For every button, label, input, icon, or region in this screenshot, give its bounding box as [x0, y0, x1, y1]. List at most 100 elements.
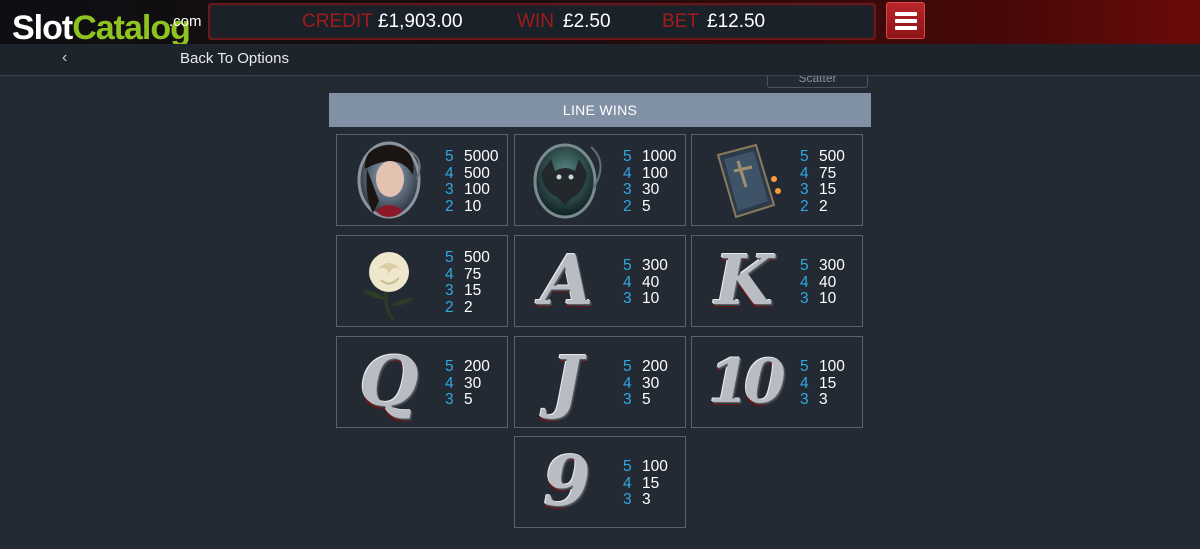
paytable-pays: 5 5000 4 500 3 100 2 10 [445, 148, 499, 216]
pay-row: 4 15 [800, 374, 845, 393]
pay-row: 4 40 [800, 273, 845, 292]
pay-value: 2 [464, 298, 473, 316]
pay-row: 4 15 [623, 474, 668, 493]
pay-value: 3 [819, 391, 828, 408]
menu-button[interactable] [886, 2, 925, 39]
paytable-card-coffin: 5 500 4 75 3 15 22 [691, 134, 863, 226]
pay-value: 200 [464, 358, 490, 375]
pay-row: 4 75 [445, 265, 490, 284]
paytable-card-rose: 5 500 4 75 3 15 22 [336, 235, 508, 327]
pay-value: 200 [642, 358, 668, 375]
symbol-glyph: 10 [708, 347, 786, 417]
pay-value: 15 [819, 181, 837, 198]
pay-count: 3 [800, 181, 809, 198]
symbol-glyph: K [714, 241, 774, 321]
lady-symbol-icon [357, 141, 421, 219]
pay-value: 30 [464, 374, 482, 392]
pay-count: 2 [800, 197, 809, 215]
white-rose-symbol-icon [363, 252, 413, 321]
paytable-pays: 5 100 4 15 33 [623, 458, 668, 509]
pay-count: 5 [445, 148, 454, 165]
paytable-card-j: J 5 200 4 30 35 [514, 336, 686, 428]
pay-value: 10 [819, 290, 837, 307]
pay-row: 3 10 [623, 290, 668, 308]
symbol-glyph: J [550, 342, 584, 422]
pay-row: 35 [623, 391, 668, 409]
pay-row: 4 30 [623, 374, 668, 393]
pay-count: 4 [800, 164, 809, 182]
pay-row: 5 1000 [623, 148, 676, 166]
paytable-pays: 5 200 4 30 35 [623, 358, 668, 409]
pay-count: 3 [623, 391, 632, 408]
pay-row: 33 [623, 491, 668, 509]
pay-value: 500 [464, 164, 490, 182]
paytable-pays: 5 300 4 40 3 10 [800, 257, 845, 308]
pay-row: 35 [445, 391, 490, 409]
pay-count: 5 [445, 249, 454, 266]
pay-count: 5 [445, 358, 454, 375]
pay-count: 5 [623, 358, 632, 375]
paytable-pays: 5 1000 4 100 3 30 25 [623, 148, 676, 215]
win-value: £2.50 [563, 11, 611, 32]
paytable-pays: 5 200 4 30 35 [445, 358, 490, 409]
pay-count: 4 [445, 374, 454, 392]
credit-value: £1,903.00 [378, 11, 463, 32]
pay-row: 5 300 [623, 257, 668, 275]
back-to-options-link[interactable]: Back To Options [180, 50, 289, 67]
logo-com: .com [169, 13, 202, 30]
pay-value: 75 [819, 164, 837, 182]
paytable-pays: 5 100 4 15 33 [800, 358, 845, 409]
number-10-symbol-icon: 10 [698, 341, 790, 423]
paytable-card-10: 10 5 100 4 15 33 [691, 336, 863, 428]
bet-value: £12.50 [707, 11, 766, 32]
pay-row: 5 200 [623, 358, 668, 376]
pay-value: 15 [819, 374, 837, 392]
pay-row: 22 [445, 298, 490, 317]
pay-row: 3 100 [445, 181, 498, 199]
paytable-card-a: A 5 300 4 40 3 10 [514, 235, 686, 327]
pay-count: 4 [445, 164, 454, 182]
bet-label: BET [662, 11, 699, 32]
pay-value: 30 [642, 374, 660, 392]
pay-value: 10 [642, 290, 660, 307]
pay-value: 100 [642, 164, 668, 182]
scatter-tab[interactable]: Scatter [767, 76, 868, 88]
pay-value: 40 [819, 273, 837, 291]
pay-row: 4 100 [623, 164, 676, 183]
pay-count: 3 [445, 391, 454, 408]
pay-count: 5 [623, 148, 632, 165]
pay-value: 5000 [464, 148, 499, 165]
paytable-pays: 5 500 4 75 3 15 22 [445, 249, 490, 317]
pay-count: 4 [800, 273, 809, 291]
pay-value: 5 [642, 197, 651, 215]
pay-value: 75 [464, 265, 482, 283]
pay-row: 4 30 [445, 374, 490, 393]
chevron-left-icon[interactable]: ‹ [62, 49, 67, 67]
pay-count: 5 [623, 257, 632, 274]
pay-count: 3 [800, 290, 809, 307]
number-9-symbol-icon: 9 [521, 441, 613, 523]
pay-count: 4 [623, 474, 632, 492]
pay-value: 10 [464, 197, 482, 215]
coffin-symbol-icon [716, 143, 781, 219]
pay-value: 15 [464, 282, 482, 299]
pay-count: 3 [623, 181, 632, 198]
paytable-pays: 5 500 4 75 3 15 22 [800, 148, 845, 215]
pay-row: 5 500 [445, 249, 490, 267]
pay-value: 5 [464, 391, 473, 408]
letter-q-symbol-icon: Q [343, 341, 435, 423]
hamburger-menu-icon [895, 12, 917, 16]
pay-value: 500 [464, 249, 490, 266]
symbol-glyph: 9 [543, 442, 591, 522]
paytable-pays: 5 300 4 40 3 10 [623, 257, 668, 308]
pay-row: 5 100 [800, 358, 845, 376]
pay-count: 2 [445, 298, 454, 316]
pay-count: 2 [445, 197, 454, 215]
pay-count: 3 [800, 391, 809, 408]
pay-count: 5 [800, 148, 809, 165]
pay-count: 4 [800, 374, 809, 392]
pay-value: 100 [642, 458, 668, 475]
pay-row: 2 10 [445, 197, 498, 216]
pay-value: 300 [819, 257, 845, 274]
pay-value: 100 [819, 358, 845, 375]
